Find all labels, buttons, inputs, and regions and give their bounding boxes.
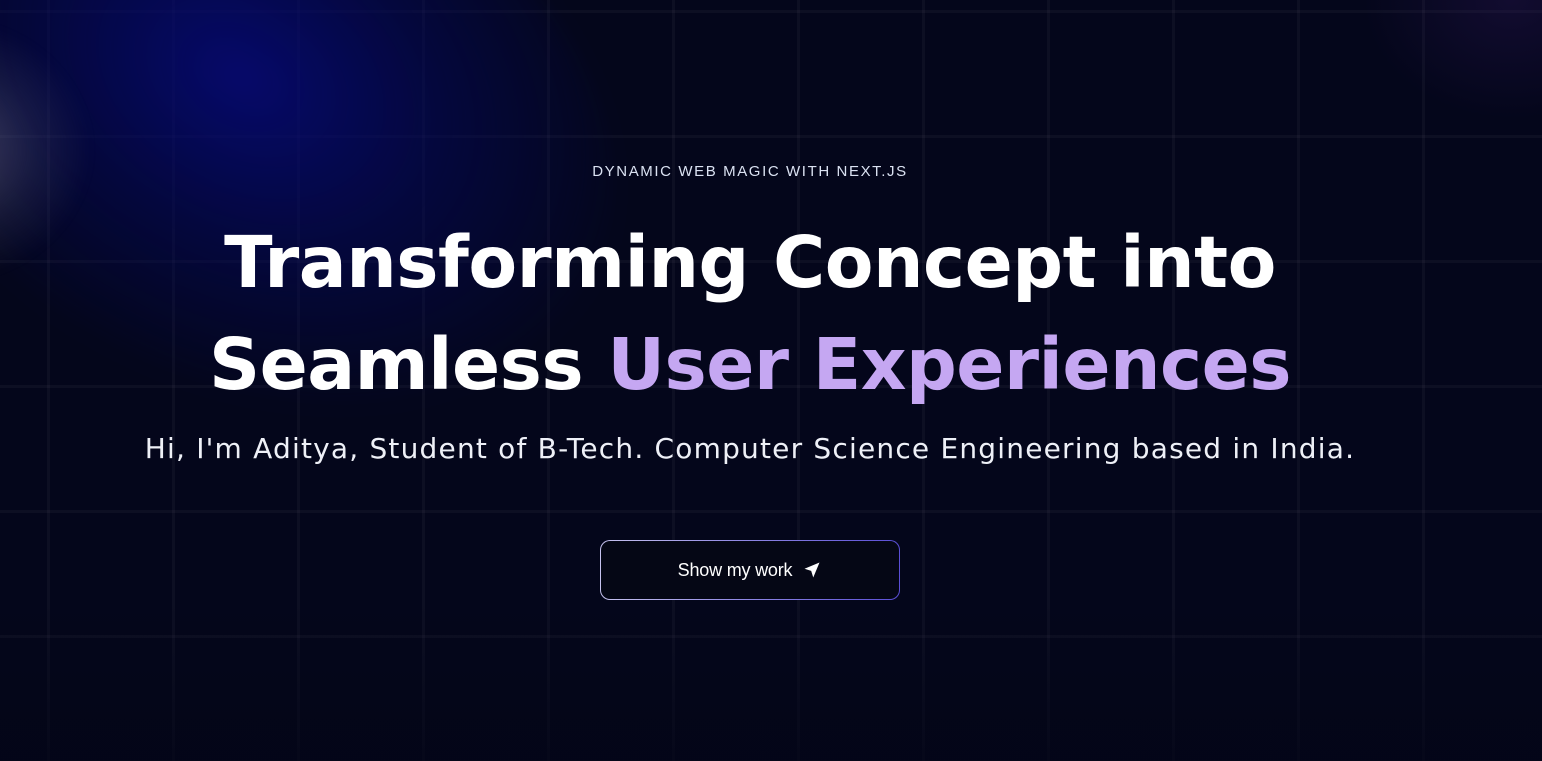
headline-line-1: Transforming Concept into — [224, 221, 1276, 304]
hero-eyebrow: DYNAMIC WEB MAGIC WITH NEXT.JS — [592, 163, 908, 180]
hero-headline: Transforming Concept into Seamless User … — [0, 212, 1500, 416]
hero-subtitle: Hi, I'm Aditya, Student of B-Tech. Compu… — [144, 432, 1356, 465]
location-arrow-icon — [802, 560, 822, 580]
hero-section: DYNAMIC WEB MAGIC WITH NEXT.JS Transform… — [0, 0, 1542, 761]
show-my-work-button-inner[interactable]: Show my work — [601, 541, 899, 599]
show-my-work-label: Show my work — [677, 559, 793, 580]
hero-content: DYNAMIC WEB MAGIC WITH NEXT.JS Transform… — [0, 0, 1542, 761]
headline-line-2-plain: Seamless — [208, 323, 584, 406]
headline-line-2-accent: User Experiences — [607, 323, 1292, 406]
show-my-work-button[interactable]: Show my work — [600, 540, 900, 600]
